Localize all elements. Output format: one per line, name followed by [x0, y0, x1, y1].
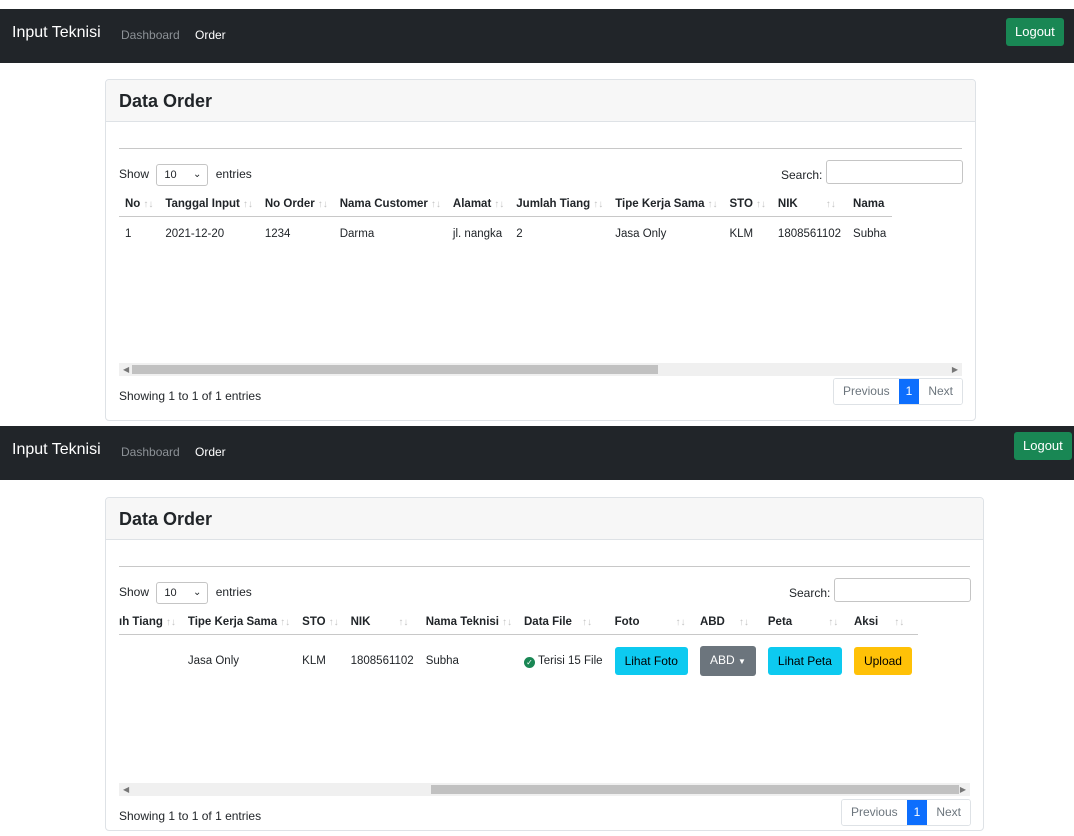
entries-select[interactable]: 10 ⌄ [156, 582, 209, 604]
screen-bottom: Input Teknisi Dashboard Order Logout Dat… [0, 0, 1074, 836]
show-label: Show [119, 585, 150, 600]
orders-table: ıh Tiang ↑↓ Tipe Kerja Sama ↑↓ STO ↑↓ NIK ↑↓… [119, 608, 918, 680]
table-viewport: ıh Tiang ↑↓ Tipe Kerja Sama ↑↓ STO ↑↓ NIK ↑↓… [119, 608, 970, 680]
cell-abd: ABD ▼ [693, 634, 762, 680]
nav-order[interactable]: Order [195, 445, 226, 459]
nav-dashboard[interactable]: Dashboard [121, 445, 180, 459]
sort-icon: ↑↓ [581, 617, 592, 628]
cell-sto: KLM [296, 634, 345, 680]
search-input[interactable] [834, 578, 971, 602]
cell-tipe: Jasa Only [181, 634, 297, 680]
cell-tiang-empty [119, 634, 182, 680]
col-data-file[interactable]: Data File ↑↓ [518, 608, 609, 635]
previous-button[interactable]: Previous [841, 800, 907, 825]
table-row: Jasa Only KLM 1808561102 Subha ✓ Terisi 1… [119, 634, 918, 680]
col-peta[interactable]: Peta ↑↓ [761, 608, 848, 635]
col-foto[interactable]: Foto ↑↓ [608, 608, 694, 635]
chevron-down-icon: ⌄ [192, 587, 202, 598]
scroll-left-icon[interactable]: ◀ [123, 783, 129, 796]
sort-icon: ↑↓ [828, 617, 839, 628]
logout-button[interactable]: Logout [1014, 432, 1072, 460]
next-button[interactable]: Next [927, 800, 970, 825]
cell-foto: Lihat Foto [608, 634, 694, 680]
data-file-status: Terisi 15 File [538, 654, 603, 667]
table-info: Showing 1 to 1 of 1 entries [119, 809, 262, 823]
abd-dropdown-button[interactable]: ABD ▼ [699, 646, 756, 676]
sort-icon: ↑↓ [738, 617, 749, 628]
card-title: Data Order [106, 498, 983, 540]
cell-data-file: ✓ Terisi 15 File [518, 634, 609, 680]
scrollbar-thumb[interactable] [431, 785, 959, 794]
col-aksi[interactable]: Aksi ↑↓ [847, 608, 918, 635]
sort-icon: ↑↓ [502, 617, 512, 628]
entries-label: entries [215, 585, 252, 600]
data-order-card: Data Order Show 10 ⌄ entries Search: ıh … [105, 497, 984, 831]
lihat-foto-button[interactable]: Lihat Foto [614, 647, 688, 675]
caret-down-icon: ▼ [737, 657, 746, 666]
col-nama-teknisi[interactable]: Nama Teknisi ↑↓ [419, 608, 518, 635]
pagination: Previous 1 Next [840, 799, 971, 826]
col-jumlah-tiang-truncated[interactable]: ıh Tiang ↑↓ [119, 608, 182, 635]
scroll-right-icon[interactable]: ▶ [960, 783, 966, 796]
sort-icon: ↑↓ [894, 617, 905, 628]
col-abd[interactable]: ABD ↑↓ [693, 608, 762, 635]
sort-icon: ↑↓ [675, 617, 686, 628]
sort-icon: ↑↓ [398, 617, 409, 628]
navbar: Input Teknisi Dashboard Order Logout [0, 426, 1074, 480]
entries-value: 10 [164, 587, 177, 599]
cell-nik: 1808561102 [344, 634, 420, 680]
cell-teknisi: Subha [419, 634, 518, 680]
entries-length: Show 10 ⌄ entries [119, 582, 252, 604]
check-circle-icon: ✓ [524, 656, 535, 668]
page-1-button[interactable]: 1 [906, 800, 928, 825]
divider [119, 566, 970, 567]
col-sto[interactable]: STO ↑↓ [296, 608, 345, 635]
brand[interactable]: Input Teknisi [12, 441, 101, 459]
search-label: Search: [789, 586, 831, 600]
sort-icon: ↑↓ [280, 617, 291, 628]
col-tipe-kerja-sama[interactable]: Tipe Kerja Sama ↑↓ [181, 608, 297, 635]
cell-aksi: Upload [847, 634, 918, 680]
upload-button[interactable]: Upload [853, 647, 912, 675]
col-nik[interactable]: NIK ↑↓ [344, 608, 420, 635]
abd-label: ABD [709, 653, 735, 667]
lihat-peta-button[interactable]: Lihat Peta [767, 647, 842, 675]
sort-icon: ↑↓ [328, 617, 339, 628]
horizontal-scrollbar[interactable]: ◀ ▶ [119, 783, 970, 796]
table-header-row: ıh Tiang ↑↓ Tipe Kerja Sama ↑↓ STO ↑↓ NIK ↑↓… [119, 608, 918, 635]
sort-icon: ↑↓ [165, 617, 176, 628]
cell-peta: Lihat Peta [761, 634, 848, 680]
